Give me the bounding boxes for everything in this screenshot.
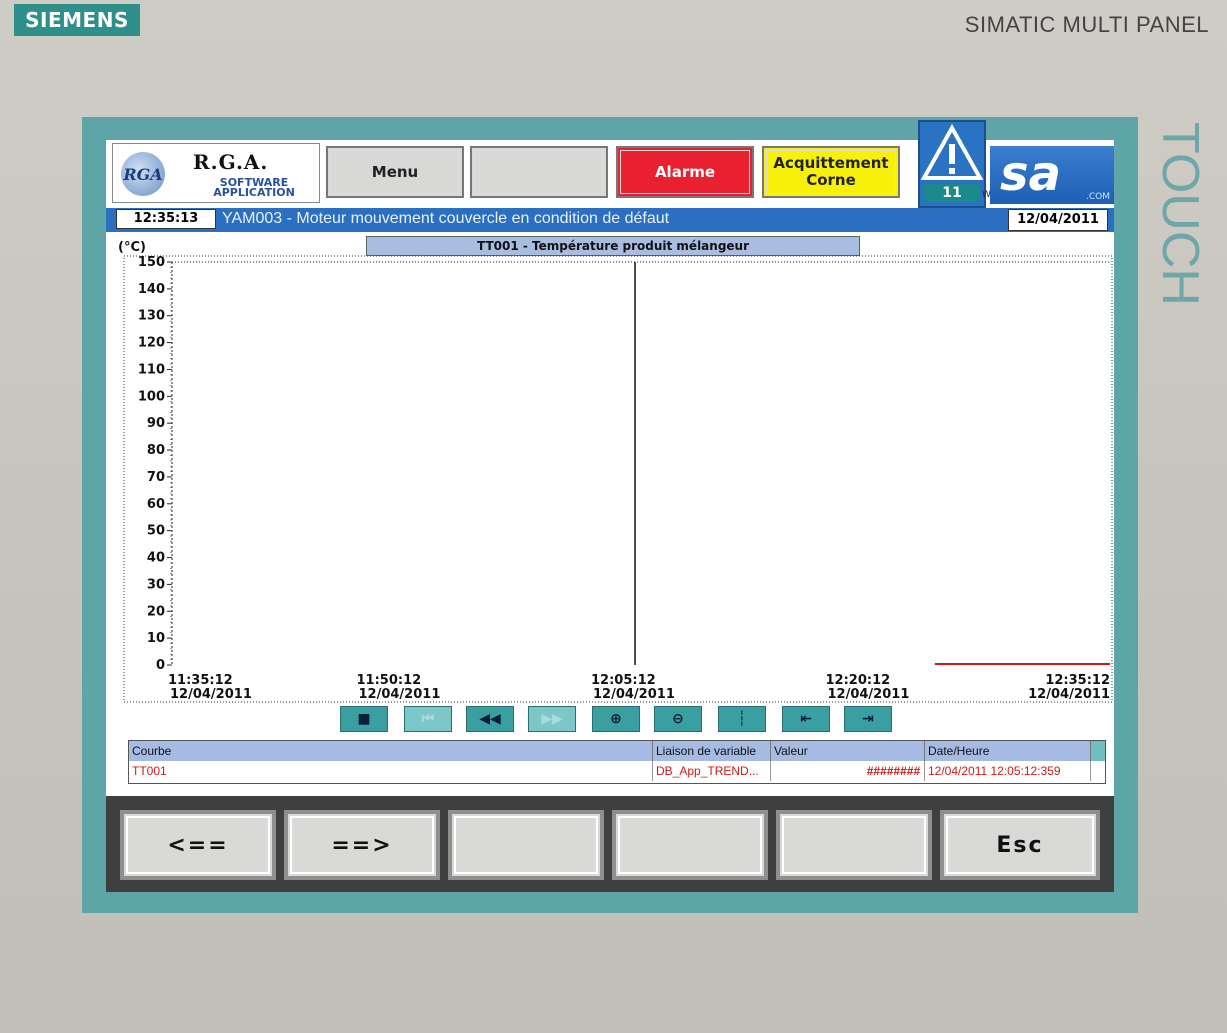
previous-screen-button[interactable]: <== [120, 810, 276, 880]
cell-datetime: 12/04/2011 12:05:12:359 [925, 761, 1091, 781]
isa-w-label: W [982, 190, 991, 200]
rga-logo-icon: RGA [121, 152, 165, 196]
table-header-row: Courbe Liaison de variable Valeur Date/H… [129, 741, 1105, 761]
ruler-back-button[interactable]: ⇤ [782, 706, 830, 732]
header: RGA R.G.A. SOFTWARE APPLICATION Menu Ala… [106, 120, 1114, 208]
table-scrollbar[interactable] [1091, 741, 1105, 761]
zoom-in-icon: ⊕ [610, 711, 622, 727]
stop-button[interactable]: ■ [340, 706, 388, 732]
trend-chart[interactable]: 0 10 20 30 40 50 60 70 80 90 100 110 120 130 140 150 11:… [106, 252, 1114, 704]
y-tick-label: 10 [147, 631, 165, 646]
y-tick-label: 0 [156, 658, 165, 673]
logo-title: R.G.A. [193, 150, 269, 174]
isa-com-label: .COM [1086, 192, 1110, 202]
cell-value: ######## [771, 761, 925, 781]
col-header-curve: Courbe [129, 741, 653, 761]
col-header-datetime: Date/Heure [925, 741, 1091, 761]
ack-label-line-1: Acquittement [773, 154, 889, 172]
y-tick-label: 140 [138, 282, 165, 297]
x-tick-time: 12:05:12 [591, 673, 656, 688]
rga-logo: RGA R.G.A. SOFTWARE APPLICATION [112, 143, 320, 203]
function-key-4[interactable] [612, 810, 768, 880]
y-tick-label: 120 [138, 336, 165, 351]
ruler-forward-icon: ⇥ [862, 711, 874, 727]
trend-value-table: Courbe Liaison de variable Valeur Date/H… [128, 740, 1106, 784]
y-tick-label: 30 [147, 577, 165, 592]
y-tick-label: 50 [147, 524, 165, 539]
forward-icon: ▶▶ [541, 711, 563, 727]
ruler-back-icon: ⇤ [800, 711, 812, 727]
y-tick-label: 150 [138, 255, 165, 270]
chart-frame [123, 255, 1113, 703]
isa-logo: W sa .COM [982, 146, 1114, 204]
escape-button[interactable]: Esc [940, 810, 1100, 880]
zoom-out-button[interactable]: ⊖ [654, 706, 702, 732]
rewind-button[interactable]: ◀◀ [466, 706, 514, 732]
x-tick-time: 12:35:12 [1045, 673, 1110, 688]
hmi-device: SIEMENS SIMATIC MULTI PANEL TOUCH RGA R.… [0, 0, 1227, 1033]
next-screen-button[interactable]: ==> [284, 810, 440, 880]
hmi-screen: RGA R.G.A. SOFTWARE APPLICATION Menu Ala… [106, 120, 1114, 892]
warning-indicator[interactable]: 11 [918, 120, 986, 208]
status-bar: 12:35:13 YAM003 - Moteur mouvement couve… [106, 208, 1114, 232]
model-label: SIMATIC MULTI PANEL [964, 12, 1209, 37]
y-tick-label: 90 [147, 416, 165, 431]
ruler-icon: ┆ [737, 711, 747, 727]
x-tick-date: 12/04/2011 [359, 687, 441, 702]
siemens-logo: SIEMENS [14, 4, 140, 36]
x-tick-date: 12/04/2011 [170, 687, 252, 702]
col-header-value: Valeur [771, 741, 925, 761]
cell-curve: TT001 [129, 761, 653, 781]
forward-button[interactable]: ▶▶ [528, 706, 576, 732]
function-key-5[interactable] [776, 810, 932, 880]
alarm-message[interactable]: YAM003 - Moteur mouvement couvercle en c… [222, 210, 669, 228]
clock-date: 12/04/2011 [1008, 209, 1108, 231]
zoom-in-button[interactable]: ⊕ [592, 706, 640, 732]
col-header-link: Liaison de variable [653, 741, 771, 761]
acknowledge-horn-button[interactable]: Acquittement Corne [762, 146, 900, 198]
x-tick-time: 11:35:12 [168, 673, 233, 688]
x-tick-date: 12/04/2011 [593, 687, 675, 702]
y-tick-label: 20 [147, 604, 165, 619]
logo-subtitle: SOFTWARE APPLICATION [199, 177, 309, 199]
first-button[interactable]: ⏮ [404, 706, 452, 732]
y-tick-label: 60 [147, 497, 165, 512]
y-tick-label: 100 [138, 389, 165, 404]
logo-sub-line-2: APPLICATION [213, 186, 295, 199]
clock-time: 12:35:13 [116, 209, 216, 229]
y-tick-label: 110 [138, 362, 165, 377]
ack-label-line-2: Corne [806, 171, 856, 189]
rewind-icon: ◀◀ [479, 711, 501, 727]
y-tick-label: 40 [147, 551, 165, 566]
first-icon: ⏮ [421, 711, 435, 727]
x-tick-time: 12:20:12 [826, 673, 891, 688]
ruler-forward-button[interactable]: ⇥ [844, 706, 892, 732]
warning-count: 11 [924, 184, 980, 202]
stop-icon: ■ [357, 711, 371, 727]
function-key-3[interactable] [448, 810, 604, 880]
x-tick-time: 11:50:12 [357, 673, 422, 688]
warning-triangle-icon [920, 123, 984, 180]
blank-button[interactable] [470, 146, 608, 198]
y-tick-label: 130 [138, 309, 165, 324]
x-tick-date: 12/04/2011 [828, 687, 910, 702]
alarm-button[interactable]: Alarme [616, 146, 754, 198]
y-tick-label: 70 [147, 470, 165, 485]
touch-label: TOUCH [1151, 122, 1209, 306]
y-tick-label: 80 [147, 443, 165, 458]
cell-link: DB_App_TREND... [653, 761, 771, 781]
function-key-bar: <== ==> Esc [106, 796, 1114, 892]
menu-button[interactable]: Menu [326, 146, 464, 198]
ruler-button[interactable]: ┆ [718, 706, 766, 732]
x-tick-date: 12/04/2011 [1028, 687, 1110, 702]
isa-logo-text: sa [1000, 146, 1061, 202]
zoom-out-icon: ⊖ [672, 711, 684, 727]
